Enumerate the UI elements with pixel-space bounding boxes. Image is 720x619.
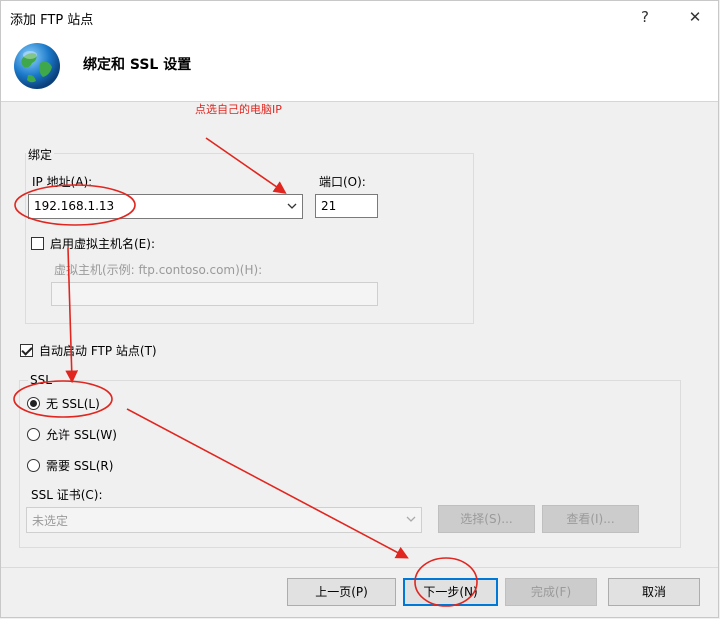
prev-button[interactable]: 上一页(P) bbox=[287, 578, 396, 606]
dialog-window: 添加 FTP 站点 ? ✕ 绑定和 SSL 设置 点选自己的电脑IP 绑定 IP… bbox=[0, 0, 719, 618]
finish-button[interactable]: 完成(F) bbox=[505, 578, 597, 606]
ssl-none-label: 无 SSL(L) bbox=[46, 397, 100, 411]
wizard-header: 绑定和 SSL 设置 bbox=[1, 33, 718, 102]
footer-divider bbox=[1, 567, 718, 568]
page-title: 绑定和 SSL 设置 bbox=[83, 57, 192, 73]
virtual-host-checkbox[interactable] bbox=[31, 237, 44, 250]
help-button[interactable]: ? bbox=[631, 5, 659, 29]
ssl-cert-select[interactable]: 未选定 bbox=[26, 507, 422, 533]
ssl-allow-label: 允许 SSL(W) bbox=[46, 428, 117, 442]
autostart-label: 自动启动 FTP 站点(T) bbox=[39, 344, 157, 358]
next-button[interactable]: 下一步(N) bbox=[403, 578, 498, 606]
close-button[interactable]: ✕ bbox=[681, 5, 709, 29]
port-label: 端口(O): bbox=[319, 175, 366, 189]
port-input[interactable]: 21 bbox=[315, 194, 378, 218]
ssl-allow-radio[interactable] bbox=[27, 428, 40, 441]
virtual-host-input[interactable] bbox=[51, 282, 378, 306]
window-title: 添加 FTP 站点 bbox=[10, 13, 94, 28]
ssl-require-radio[interactable] bbox=[27, 459, 40, 472]
select-cert-button[interactable]: 选择(S)... bbox=[438, 505, 535, 533]
virtual-host-checkbox-label: 启用虚拟主机名(E): bbox=[50, 237, 155, 251]
cancel-button[interactable]: 取消 bbox=[608, 578, 700, 606]
ssl-none-radio[interactable] bbox=[27, 397, 40, 410]
virtual-host-field-label: 虚拟主机(示例: ftp.contoso.com)(H): bbox=[54, 263, 263, 277]
ip-address-value: 192.168.1.13 bbox=[34, 199, 115, 213]
port-value: 21 bbox=[321, 199, 337, 213]
ssl-cert-label: SSL 证书(C): bbox=[31, 488, 103, 502]
title-bar: 添加 FTP 站点 ? ✕ bbox=[1, 1, 718, 33]
chevron-down-icon bbox=[287, 203, 297, 209]
chevron-down-icon bbox=[406, 516, 416, 522]
autostart-checkbox[interactable] bbox=[20, 344, 33, 357]
view-cert-button[interactable]: 查看(I)... bbox=[542, 505, 639, 533]
ip-address-label: IP 地址(A): bbox=[32, 175, 93, 189]
annotation-note: 点选自己的电脑IP bbox=[195, 103, 282, 116]
ssl-require-label: 需要 SSL(R) bbox=[46, 459, 114, 473]
ssl-group-label: SSL bbox=[28, 373, 54, 387]
ip-address-select[interactable]: 192.168.1.13 bbox=[28, 194, 303, 219]
binding-group-label: 绑定 bbox=[26, 146, 55, 163]
globe-icon bbox=[14, 43, 60, 89]
ssl-cert-value: 未选定 bbox=[32, 514, 69, 528]
